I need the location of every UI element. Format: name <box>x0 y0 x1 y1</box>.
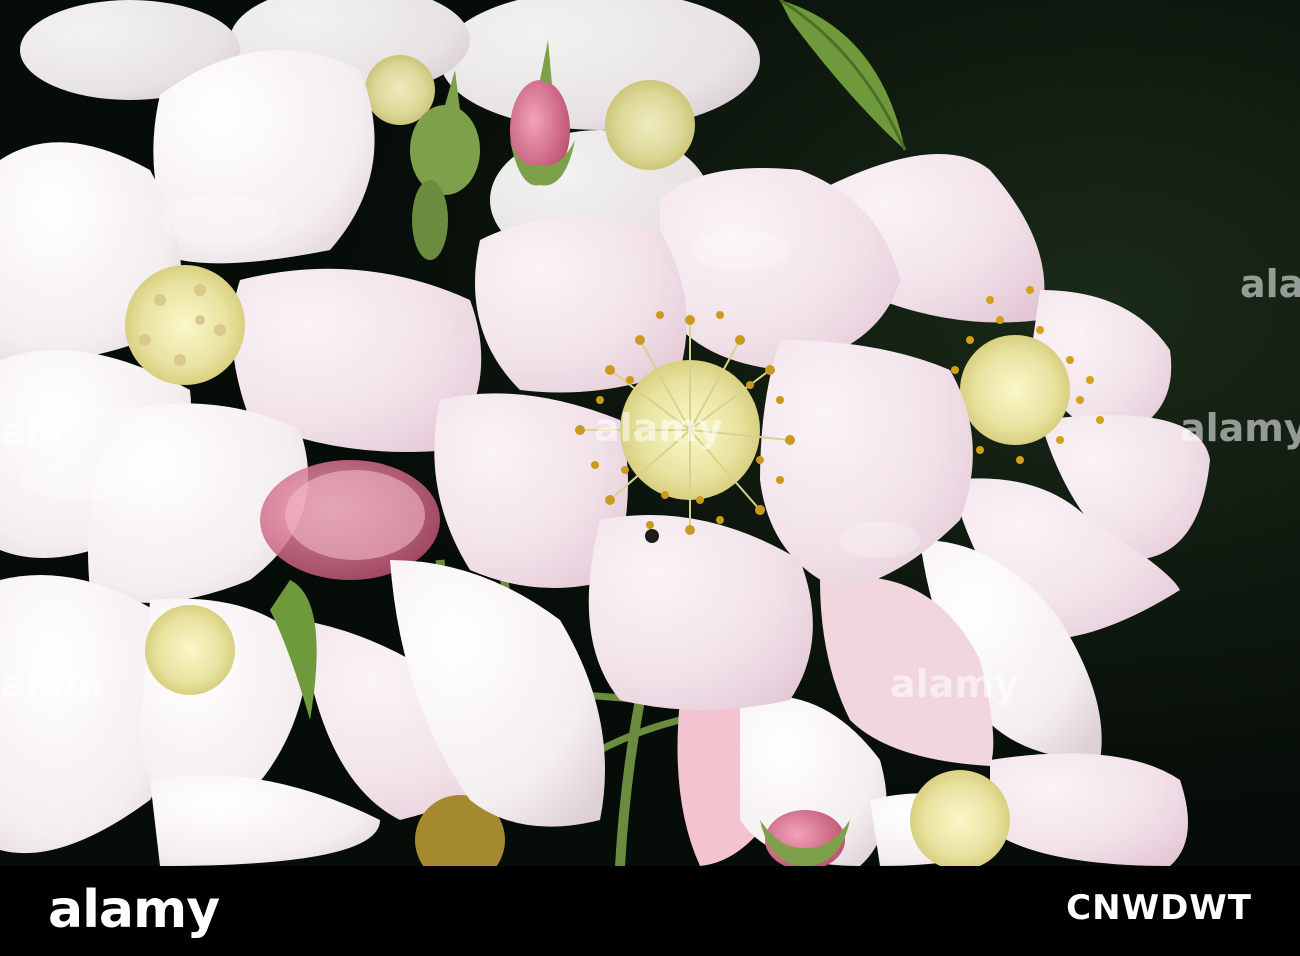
rose-illustration <box>0 0 1300 866</box>
image-canvas: alamy alamy alamy alamy alamy alamy alam… <box>0 0 1300 956</box>
stock-footer-bar: alamy CNWDWT <box>0 866 1300 956</box>
alamy-logo: alamy <box>48 880 220 940</box>
rose-photo: alamy alamy alamy alamy alamy alamy <box>0 0 1300 866</box>
image-id-label: CNWDWT <box>1066 888 1252 928</box>
